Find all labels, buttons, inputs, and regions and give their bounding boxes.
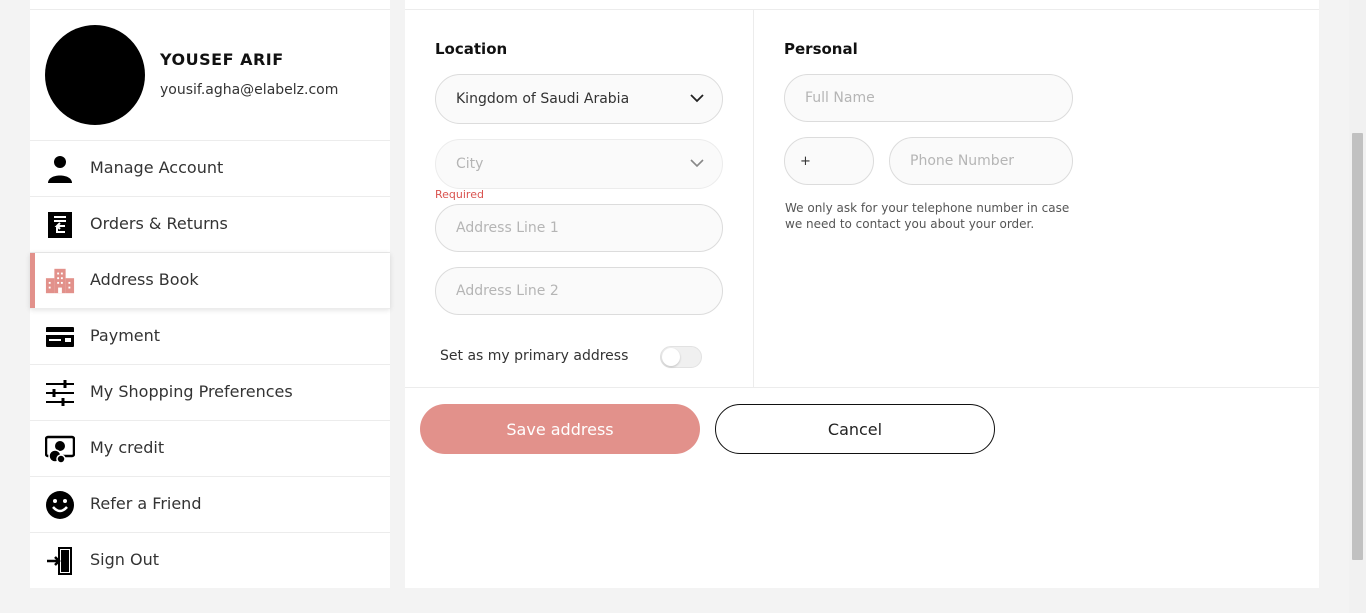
sidebar-item-label: Sign Out: [90, 550, 159, 569]
user-email: yousif.agha@elabelz.com: [160, 82, 339, 98]
city-required-error: Required: [435, 188, 484, 201]
full-name-input[interactable]: Full Name: [784, 74, 1073, 122]
sidebar-item-label: Refer a Friend: [90, 494, 202, 513]
sidebar-item-orders-returns[interactable]: Orders & Returns: [30, 197, 390, 253]
sidebar-item-label: Address Book: [90, 270, 199, 289]
chevron-down-icon: [690, 91, 704, 107]
exit-door-icon: [45, 546, 75, 576]
address-line-2-input[interactable]: Address Line 2: [435, 267, 723, 315]
address-line-1-input[interactable]: Address Line 1: [435, 204, 723, 252]
phone-code-value: +: [800, 153, 811, 169]
sidebar-item-manage-account[interactable]: Manage Account: [30, 141, 390, 197]
chevron-down-icon: [690, 156, 704, 172]
country-select-value: Kingdom of Saudi Arabia: [456, 91, 630, 107]
country-select[interactable]: Kingdom of Saudi Arabia: [435, 74, 723, 124]
sidebar-item-label: Manage Account: [90, 158, 224, 177]
toggle-knob: [662, 348, 680, 366]
sidebar-item-address-book[interactable]: Address Book: [30, 253, 390, 309]
sidebar-item-refer-friend[interactable]: Refer a Friend: [30, 477, 390, 533]
primary-address-label: Set as my primary address: [440, 348, 629, 364]
building-icon: [45, 266, 75, 296]
divider: [405, 9, 1319, 10]
primary-address-toggle[interactable]: [660, 346, 702, 368]
wallet-coins-icon: [45, 434, 75, 464]
return-box-icon: [45, 210, 75, 240]
user-name: YOUSEF ARIF: [160, 50, 284, 69]
sidebar-item-payment[interactable]: Payment: [30, 309, 390, 365]
phone-note: We only ask for your telephone number in…: [785, 201, 1070, 231]
phone-number-input[interactable]: Phone Number: [889, 137, 1073, 185]
sidebar-item-label: Payment: [90, 326, 161, 345]
account-sidebar: YOUSEF ARIF yousif.agha@elabelz.com Mana…: [30, 0, 390, 588]
phone-code-input[interactable]: +: [784, 137, 874, 185]
sliders-icon: [45, 378, 75, 408]
credit-card-icon: [45, 322, 75, 352]
smiley-icon: [45, 490, 75, 520]
sidebar-item-shopping-preferences[interactable]: My Shopping Preferences: [30, 365, 390, 421]
sidebar-item-my-credit[interactable]: My credit: [30, 421, 390, 477]
personal-section-title: Personal: [784, 40, 858, 58]
address-line-1-placeholder: Address Line 1: [456, 220, 559, 236]
divider: [405, 387, 1319, 388]
full-name-placeholder: Full Name: [805, 90, 875, 106]
avatar[interactable]: [45, 25, 145, 125]
sidebar-item-label: Orders & Returns: [90, 214, 228, 233]
profile-card: YOUSEF ARIF yousif.agha@elabelz.com: [30, 10, 390, 141]
address-form-panel: Location Kingdom of Saudi Arabia City Re…: [405, 0, 1319, 588]
person-icon: [45, 154, 75, 184]
address-line-2-placeholder: Address Line 2: [456, 283, 559, 299]
city-select[interactable]: City: [435, 139, 723, 189]
sidebar-item-sign-out[interactable]: Sign Out: [30, 533, 390, 588]
location-section-title: Location: [435, 40, 508, 58]
city-select-placeholder: City: [456, 156, 484, 172]
save-address-button[interactable]: Save address: [420, 404, 700, 454]
sidebar-item-label: My credit: [90, 438, 165, 457]
scrollbar-thumb[interactable]: [1352, 133, 1363, 560]
divider: [753, 10, 754, 387]
sidebar-item-label: My Shopping Preferences: [90, 382, 293, 401]
cancel-button[interactable]: Cancel: [715, 404, 995, 454]
phone-number-placeholder: Phone Number: [910, 153, 1015, 169]
